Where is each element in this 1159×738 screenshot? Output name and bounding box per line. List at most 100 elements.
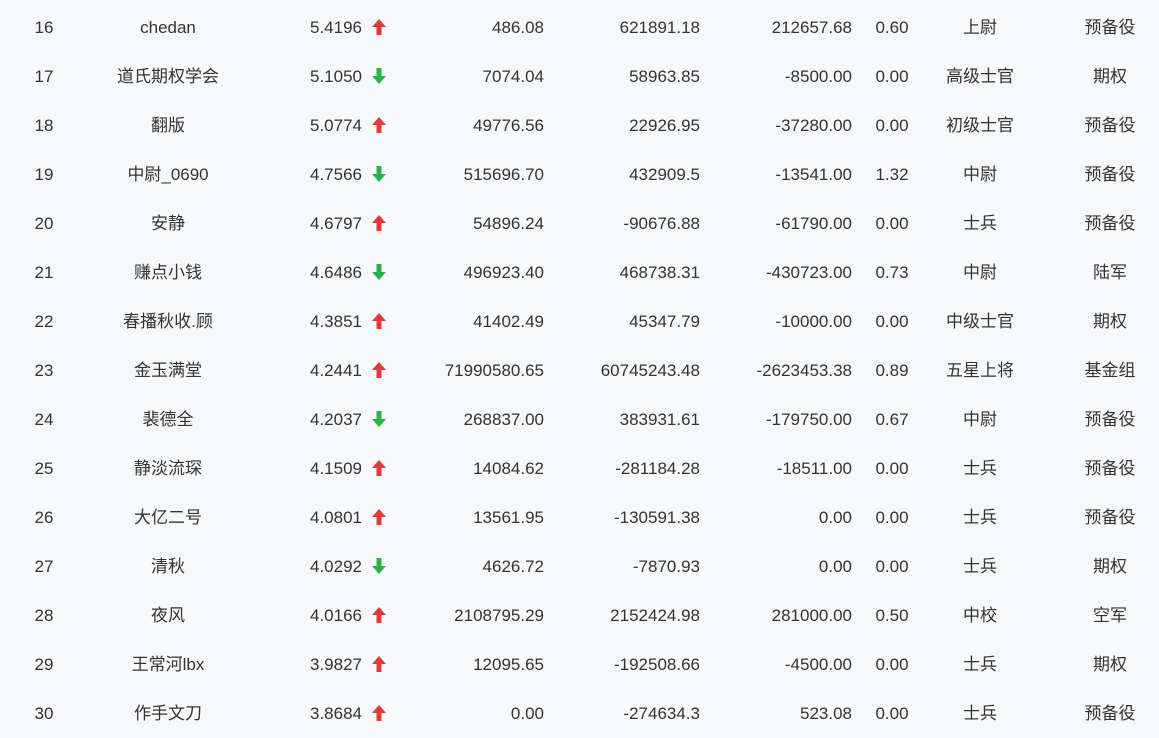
group-cell: 预备役 [1084,214,1136,233]
level-cell: 士兵 [963,704,997,723]
value2-cell: -130591.38 [613,508,700,527]
name-cell: 金玉满堂 [134,361,202,380]
level-cell: 士兵 [963,459,997,478]
table-row[interactable]: 16 chedan 5.4196 486.08 621891.18 212657.68 0.… [0,3,1159,52]
arrow-up-icon [369,689,389,738]
name-cell: 作手文刀 [134,704,202,723]
name-cell: 王常河lbx [131,655,205,674]
value1-cell: 7074.04 [482,67,544,86]
ratio-cell: 0.00 [875,557,909,576]
value3-cell: 281000.00 [771,606,852,625]
value2-cell: 432909.5 [629,165,700,184]
value1-cell: 0.00 [510,704,544,723]
value3-cell: -18511.00 [776,459,852,478]
value3-cell: -430723.00 [765,263,852,282]
table-row[interactable]: 24 裴德全 4.2037 268837.00 383931.61 -179750.00 0… [0,395,1159,444]
group-cell: 预备役 [1084,459,1136,478]
score-cell: 4.2037 [310,410,362,429]
value1-cell: 2108795.29 [454,606,544,625]
name-cell: 夜风 [151,606,185,625]
table-row[interactable]: 28 夜风 4.0166 2108795.29 2152424.98 281000.00 0… [0,591,1159,640]
arrow-down-icon [369,395,389,444]
arrow-up-icon [369,346,389,395]
arrow-up-icon [369,444,389,493]
ratio-cell: 0.89 [875,361,909,380]
score-cell: 3.8684 [310,704,362,723]
group-cell: 期权 [1093,655,1127,674]
value1-cell: 41402.49 [473,312,544,331]
arrow-up-icon [369,297,389,346]
table-row[interactable]: 29 王常河lbx 3.9827 12095.65 -192508.66 -4500.00… [0,640,1159,689]
table-row[interactable]: 17 道氏期权学会 5.1050 7074.04 58963.85 -8500.00 0.0… [0,52,1159,101]
level-cell: 中尉 [963,165,997,184]
level-cell: 士兵 [963,214,997,233]
score-cell: 4.1509 [310,459,362,478]
group-cell: 预备役 [1084,410,1136,429]
value1-cell: 12095.65 [473,655,544,674]
rank-cell: 22 [34,312,54,331]
level-cell: 上尉 [963,18,997,37]
group-cell: 期权 [1093,67,1127,86]
table-row[interactable]: 18 翻版 5.0774 49776.56 22926.95 -37280.00 0.00 初… [0,101,1159,150]
table-row[interactable]: 25 静淡流琛 4.1509 14084.62 -281184.28 -18511.00 0… [0,444,1159,493]
table-row[interactable]: 30 作手文刀 3.8684 0.00 -274634.3 523.08 0.00 士兵 预备役 [0,689,1159,738]
value2-cell: 22926.95 [629,116,700,135]
name-cell: 大亿二号 [134,508,202,527]
value2-cell: 621891.18 [619,18,700,37]
score-cell: 4.0801 [310,508,362,527]
level-cell: 中校 [963,606,997,625]
table-row[interactable]: 22 春播秋收.顾 4.3851 41402.49 45347.79 -10000.00 0… [0,297,1159,346]
score-cell: 4.2441 [310,361,362,380]
value3-cell: -10000.00 [775,312,852,331]
name-cell: 裴德全 [142,410,194,429]
rank-cell: 19 [34,165,54,184]
level-cell: 中级士官 [946,312,1014,331]
value2-cell: -281184.28 [615,459,700,478]
value2-cell: 45347.79 [629,312,700,331]
value1-cell: 486.08 [492,18,544,37]
value3-cell: 523.08 [800,704,852,723]
ranking-table: 16 chedan 5.4196 486.08 621891.18 212657.68 0.… [0,0,1159,738]
arrow-up-icon [369,591,389,640]
table-row[interactable]: 27 清秋 4.0292 4626.72 -7870.93 0.00 0.00 士兵 期权 [0,542,1159,591]
rank-cell: 24 [34,410,54,429]
value1-cell: 54896.24 [473,214,544,233]
group-cell: 空军 [1093,606,1127,625]
value1-cell: 496923.40 [463,263,544,282]
group-cell: 预备役 [1084,18,1136,37]
score-cell: 4.7566 [310,165,362,184]
value3-cell: 0.00 [818,508,852,527]
ratio-cell: 0.50 [875,606,909,625]
table-row[interactable]: 21 赚点小钱 4.6486 496923.40 468738.31 -430723.00… [0,248,1159,297]
ratio-cell: 0.00 [875,459,909,478]
value1-cell: 268837.00 [463,410,544,429]
value3-cell: -179750.00 [765,410,852,429]
score-cell: 5.4196 [310,18,362,37]
value2-cell: -7870.93 [632,557,700,576]
level-cell: 士兵 [963,508,997,527]
value1-cell: 71990580.65 [444,361,544,380]
value1-cell: 4626.72 [482,557,544,576]
rank-cell: 21 [34,263,54,282]
table-row[interactable]: 19 中尉_0690 4.7566 515696.70 432909.5 -13541.0… [0,150,1159,199]
rank-cell: 30 [34,704,54,723]
rank-cell: 17 [34,67,54,86]
rank-cell: 26 [34,508,54,527]
name-cell: chedan [140,18,196,37]
value3-cell: -13541.00 [775,165,852,184]
ratio-cell: 0.00 [875,704,909,723]
value2-cell: 58963.85 [629,67,700,86]
value2-cell: -90676.88 [623,214,700,233]
arrow-down-icon [369,150,389,199]
ratio-cell: 0.73 [875,263,909,282]
table-row[interactable]: 20 安静 4.6797 54896.24 -90676.88 -61790.00 0.00… [0,199,1159,248]
value3-cell: -8500.00 [784,67,852,86]
value3-cell: -61790.00 [775,214,852,233]
table-row[interactable]: 23 金玉满堂 4.2441 71990580.65 60745243.48 -26234… [0,346,1159,395]
table-row[interactable]: 26 大亿二号 4.0801 13561.95 -130591.38 0.00 0.00 士兵… [0,493,1159,542]
ratio-cell: 0.00 [875,508,909,527]
group-cell: 预备役 [1084,508,1136,527]
score-cell: 5.1050 [310,67,362,86]
name-cell: 赚点小钱 [134,263,202,282]
group-cell: 预备役 [1084,116,1136,135]
